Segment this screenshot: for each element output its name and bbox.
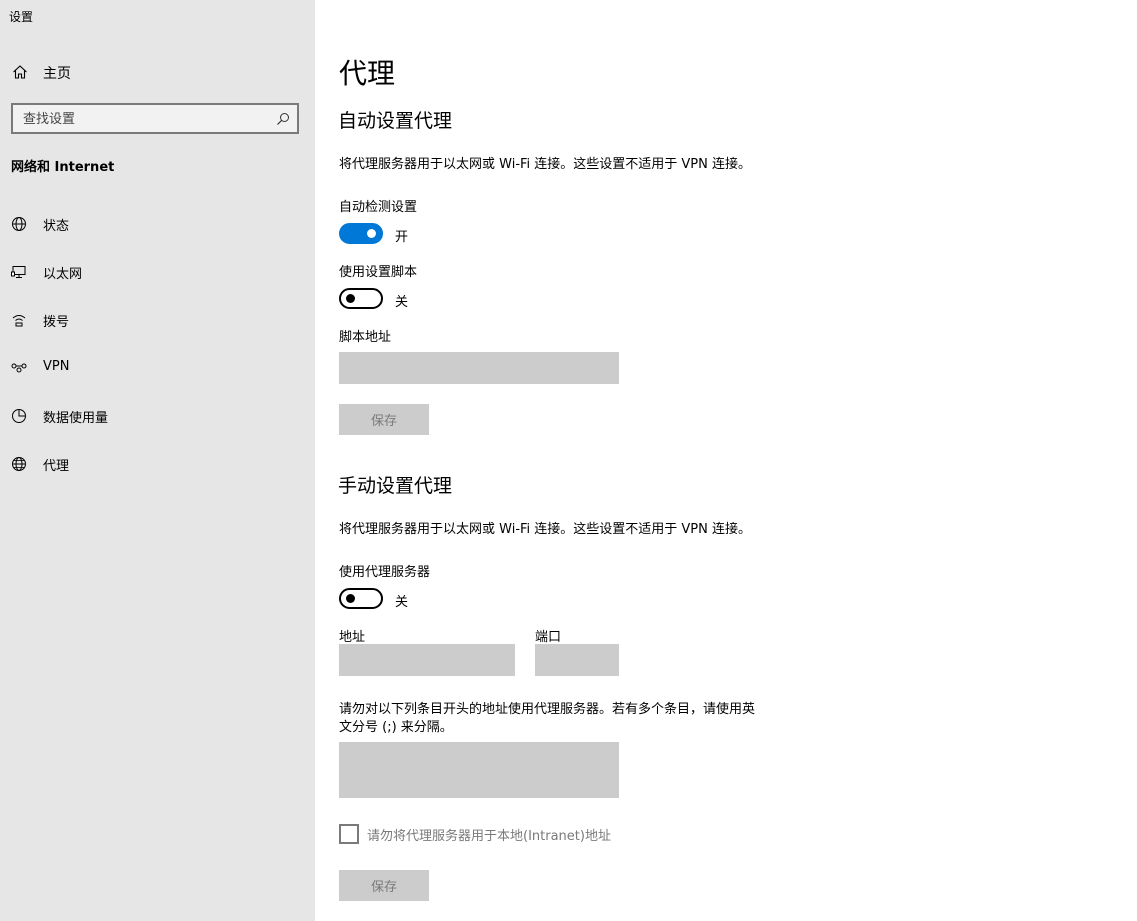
auto-proxy-heading: 自动设置代理 xyxy=(338,110,453,132)
script-address-input[interactable] xyxy=(339,352,619,384)
globe-status-icon xyxy=(11,216,27,232)
proxy-globe-icon xyxy=(11,456,27,472)
vpn-icon xyxy=(11,360,27,376)
local-bypass-checkbox[interactable] xyxy=(339,824,359,844)
main-content: 代理 自动设置代理 将代理服务器用于以太网或 Wi-Fi 连接。这些设置不适用于… xyxy=(315,0,1137,921)
sidebar-item-label: 代理 xyxy=(43,459,70,474)
exceptions-textarea[interactable] xyxy=(339,742,619,798)
sidebar-item-label: VPN xyxy=(43,359,70,374)
manual-save-button[interactable]: 保存 xyxy=(339,870,429,901)
script-address-label: 脚本地址 xyxy=(339,330,392,345)
use-proxy-toggle[interactable] xyxy=(339,588,383,609)
sidebar-item-label: 状态 xyxy=(43,219,70,234)
sidebar-item-home[interactable]: 主页 xyxy=(0,56,315,88)
ethernet-icon xyxy=(11,264,27,280)
app-title: 设置 xyxy=(9,10,34,24)
proxy-address-input[interactable] xyxy=(339,644,515,676)
exceptions-description-line1: 请勿对以下列条目开头的地址使用代理服务器。若有多个条目，请使用英 xyxy=(339,702,756,717)
exceptions-description-line2: 文分号 (;) 来分隔。 xyxy=(339,720,453,735)
setup-script-label: 使用设置脚本 xyxy=(339,265,418,280)
auto-detect-state: 开 xyxy=(395,230,409,245)
auto-detect-label: 自动检测设置 xyxy=(339,200,418,215)
proxy-port-label: 端口 xyxy=(535,630,562,645)
proxy-port-input[interactable] xyxy=(535,644,619,676)
sidebar-item-label: 主页 xyxy=(43,66,71,82)
manual-proxy-description: 将代理服务器用于以太网或 Wi-Fi 连接。这些设置不适用于 VPN 连接。 xyxy=(339,522,752,537)
toggle-knob xyxy=(346,594,355,603)
search-box[interactable] xyxy=(11,103,299,134)
sidebar-item-dialup[interactable]: 拨号 xyxy=(0,302,315,338)
sidebar-item-vpn[interactable]: VPN xyxy=(0,350,315,386)
search-input[interactable] xyxy=(23,109,263,129)
sidebar-section-title: 网络和 Internet xyxy=(11,160,115,175)
data-usage-icon xyxy=(11,408,27,424)
manual-proxy-heading: 手动设置代理 xyxy=(338,475,453,497)
sidebar-item-data-usage[interactable]: 数据使用量 xyxy=(0,398,315,434)
use-proxy-label: 使用代理服务器 xyxy=(339,565,431,580)
dialup-icon xyxy=(11,312,27,328)
auto-detect-toggle[interactable] xyxy=(339,223,383,244)
use-proxy-state: 关 xyxy=(395,595,409,610)
sidebar: 设置 主页 网络和 Internet 状态 以太网 拨号 VP xyxy=(0,0,315,921)
sidebar-item-proxy[interactable]: 代理 xyxy=(0,446,315,482)
sidebar-item-label: 数据使用量 xyxy=(43,411,109,426)
home-icon xyxy=(12,64,28,80)
local-bypass-label: 请勿将代理服务器用于本地(Intranet)地址 xyxy=(367,829,611,844)
setup-script-state: 关 xyxy=(395,295,409,310)
sidebar-item-status[interactable]: 状态 xyxy=(0,206,315,242)
setup-script-toggle[interactable] xyxy=(339,288,383,309)
toggle-knob xyxy=(367,229,376,238)
sidebar-item-ethernet[interactable]: 以太网 xyxy=(0,254,315,290)
sidebar-item-label: 以太网 xyxy=(43,267,83,282)
toggle-knob xyxy=(346,294,355,303)
page-title: 代理 xyxy=(339,57,396,90)
sidebar-item-label: 拨号 xyxy=(43,315,70,330)
auto-save-button[interactable]: 保存 xyxy=(339,404,429,435)
proxy-address-label: 地址 xyxy=(339,630,366,645)
search-icon[interactable] xyxy=(276,112,290,126)
auto-proxy-description: 将代理服务器用于以太网或 Wi-Fi 连接。这些设置不适用于 VPN 连接。 xyxy=(339,157,752,172)
